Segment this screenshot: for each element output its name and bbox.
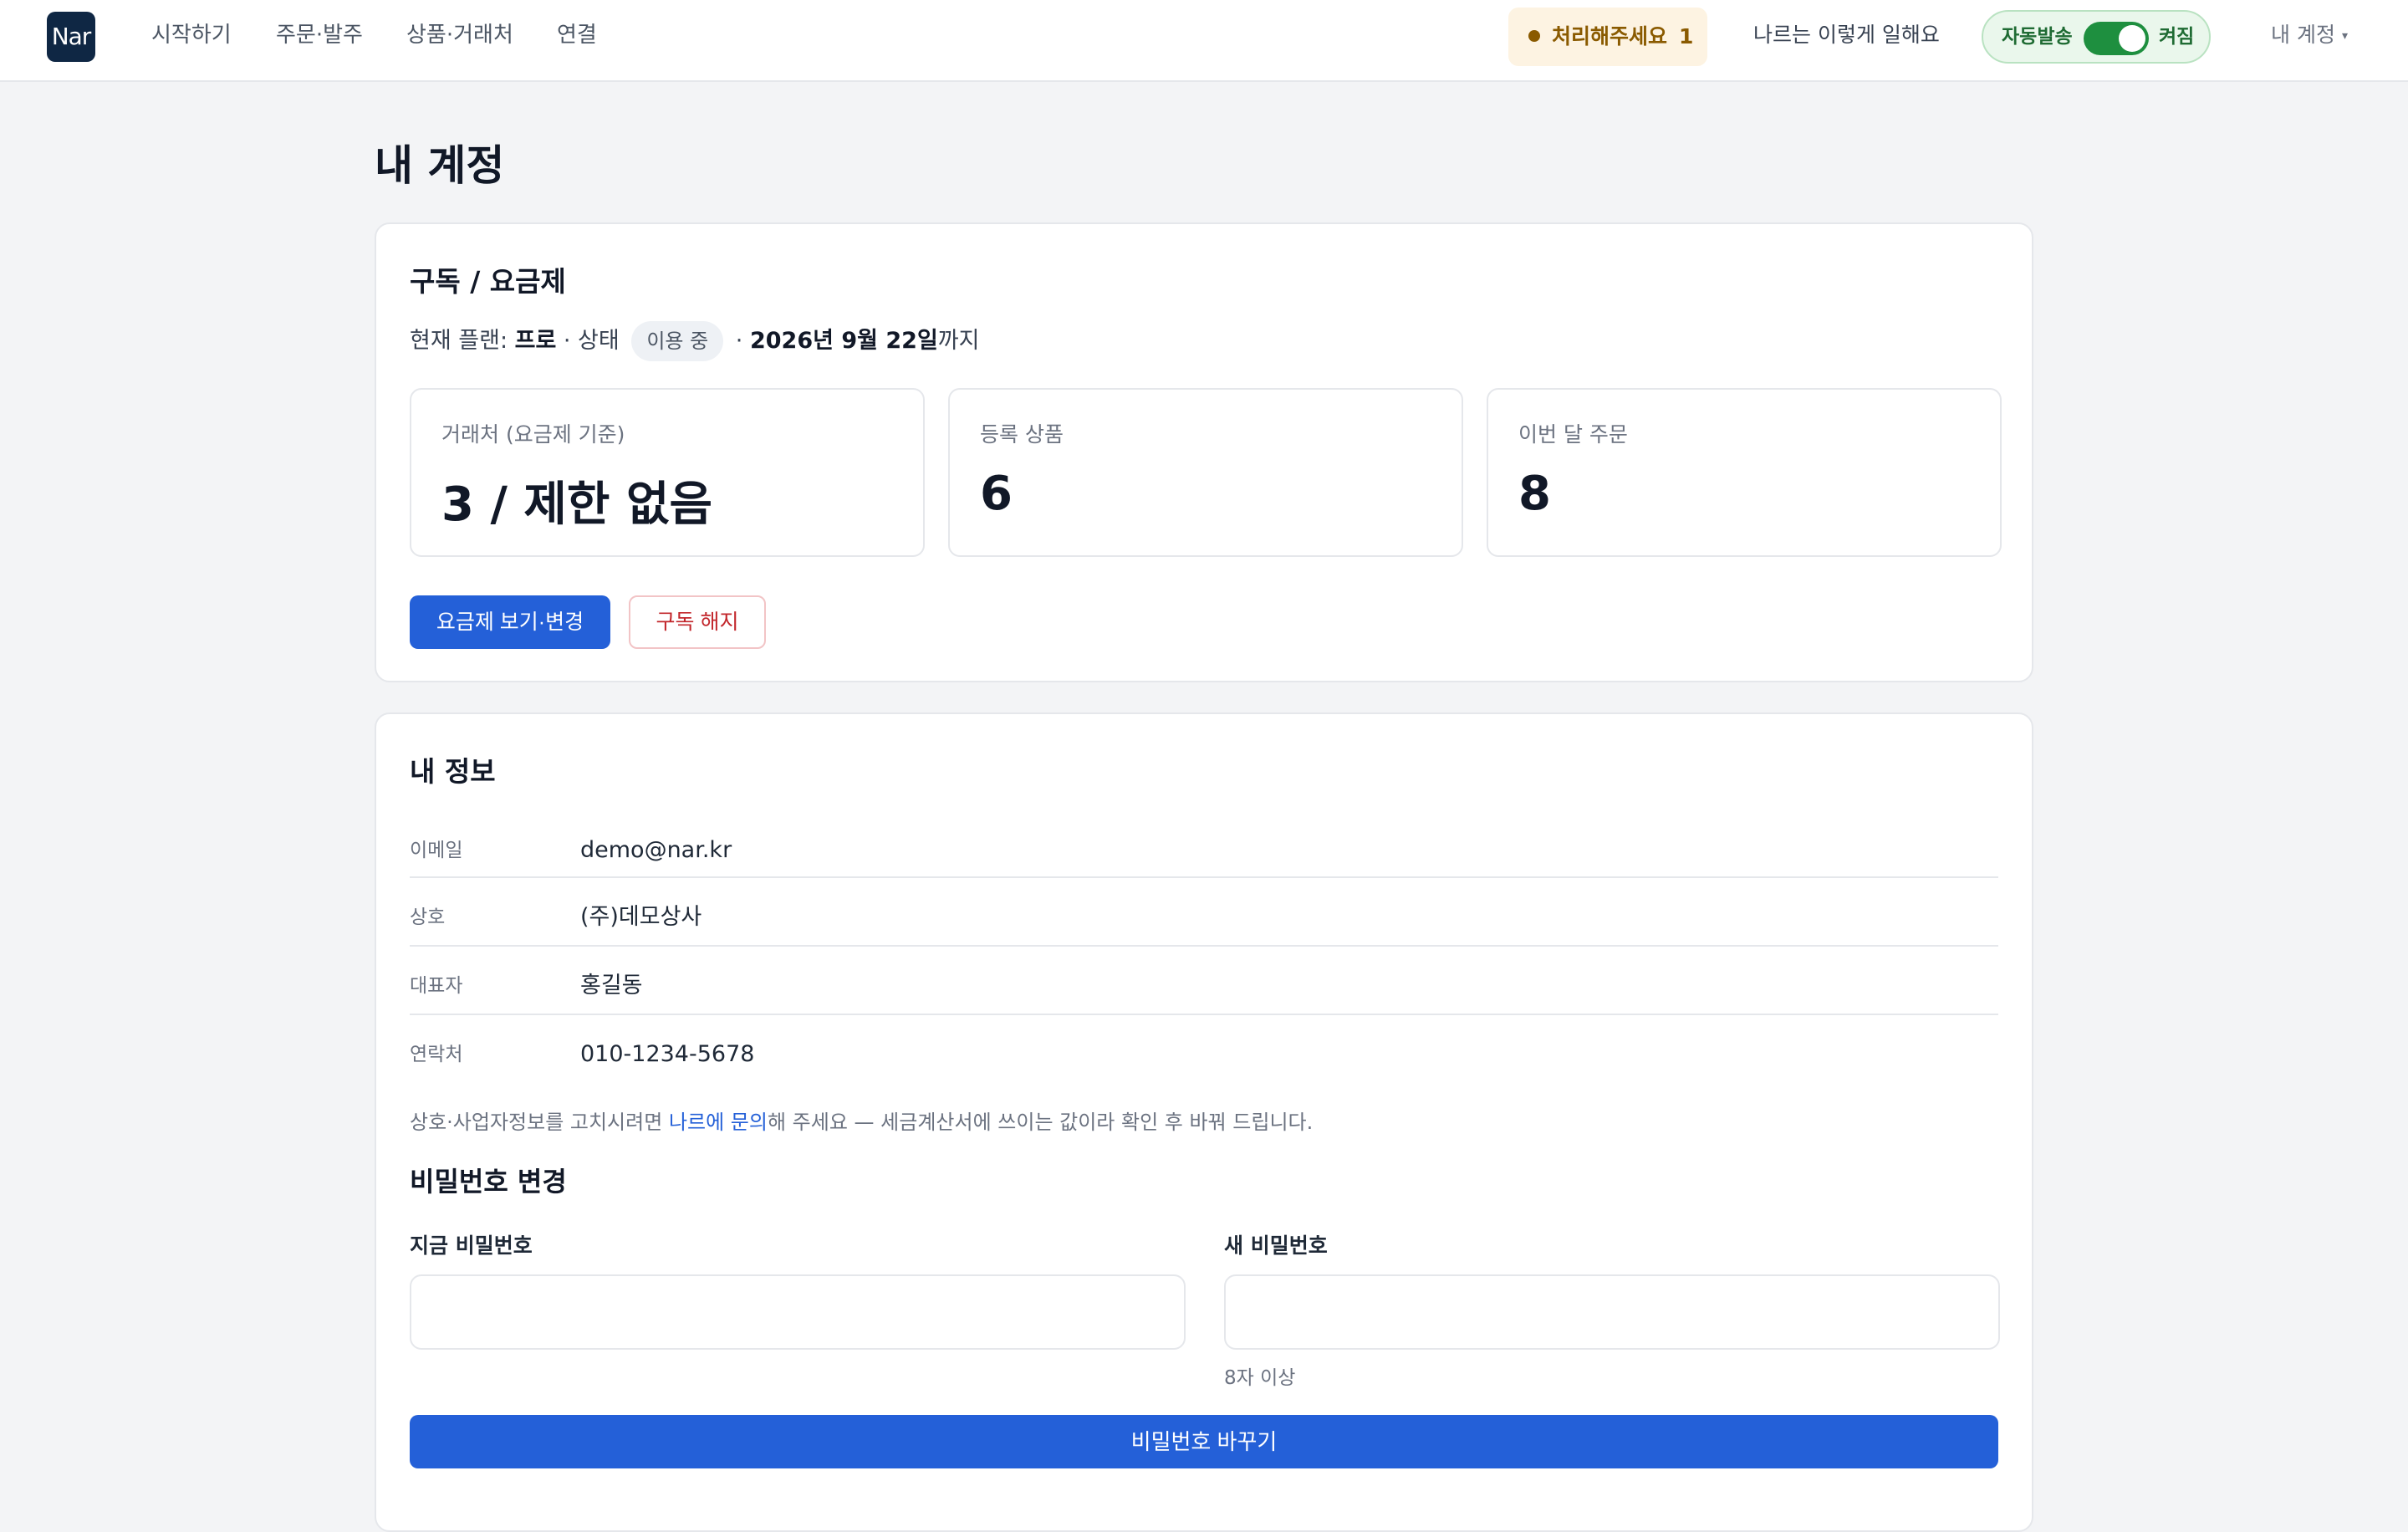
info-label: 연락처 bbox=[410, 1044, 463, 1065]
row-divider bbox=[410, 1014, 1998, 1015]
top-navbar: Nar 시작하기 주문·발주 상품·거래처 연결 처리해주세요 1 나르는 이렇게… bbox=[0, 0, 2408, 82]
until-separator: · bbox=[728, 328, 750, 354]
subscription-card: 구독 / 요금제 현재 플랜: 프로 · 상태 이용 중 · 2026년 9월 … bbox=[375, 222, 2033, 682]
stat-value: 6 bbox=[980, 467, 1013, 521]
status-prefix: · 상태 bbox=[556, 328, 627, 354]
note-suffix: 해 주세요 — 세금계산서에 쓰이는 값이라 확인 후 바꿔 드립니다. bbox=[767, 1111, 1314, 1134]
alert-dot-icon bbox=[1528, 30, 1540, 42]
status-badge: 이용 중 bbox=[631, 321, 724, 361]
nar-logo[interactable]: Nar bbox=[47, 12, 95, 62]
auto-send-toggle[interactable] bbox=[2084, 22, 2149, 55]
stat-label: 등록 상품 bbox=[980, 422, 1064, 447]
cancel-subscription-button[interactable]: 구독 해지 bbox=[629, 595, 766, 649]
stat-monthly-orders: 이번 달 주문 8 bbox=[1487, 388, 2002, 557]
info-row-email: 이메일 demo@nar.kr bbox=[410, 816, 1998, 885]
stat-partners: 거래처 (요금제 기준) 3 / 제한 없음 bbox=[410, 388, 925, 557]
password-section-title: 비밀번호 변경 bbox=[410, 1166, 567, 1198]
contact-nar-link[interactable]: 나르에 문의 bbox=[669, 1111, 768, 1134]
stat-label: 이번 달 주문 bbox=[1518, 422, 1628, 447]
nav-orders[interactable]: 주문·발주 bbox=[276, 18, 363, 52]
note-prefix: 상호·사업자정보를 고치시려면 bbox=[410, 1111, 669, 1134]
new-password-input[interactable] bbox=[1224, 1274, 2000, 1350]
row-divider bbox=[410, 945, 1998, 947]
stat-label: 거래처 (요금제 기준) bbox=[441, 422, 625, 447]
page-title: 내 계정 bbox=[375, 141, 505, 190]
nav-connections[interactable]: 연결 bbox=[557, 18, 597, 52]
how-it-works-link[interactable]: 나르는 이렇게 일해요 bbox=[1753, 18, 1940, 52]
new-password-hint: 8자 이상 bbox=[1224, 1367, 1296, 1389]
stat-value: 3 / 제한 없음 bbox=[441, 477, 712, 532]
until-date: 2026년 9월 22일 bbox=[749, 328, 938, 354]
profile-card: 내 정보 이메일 demo@nar.kr 상호 (주)데모상사 대표자 홍길동 … bbox=[375, 712, 2033, 1532]
info-row-company: 상호 (주)데모상사 bbox=[410, 883, 1998, 952]
plan-summary: 현재 플랜: 프로 · 상태 이용 중 · 2026년 9월 22일까지 bbox=[410, 321, 979, 361]
change-password-button[interactable]: 비밀번호 바꾸기 bbox=[410, 1415, 1998, 1468]
info-value: 010-1234-5678 bbox=[580, 1041, 755, 1067]
current-password-label: 지금 비밀번호 bbox=[410, 1233, 533, 1258]
edit-info-note: 상호·사업자정보를 고치시려면 나르에 문의해 주세요 — 세금계산서에 쓰이는… bbox=[410, 1106, 1313, 1135]
stat-products: 등록 상품 6 bbox=[948, 388, 1463, 557]
info-value: demo@nar.kr bbox=[580, 837, 732, 863]
info-value: 홍길동 bbox=[580, 973, 643, 998]
info-label: 상호 bbox=[410, 906, 446, 928]
auto-send-label: 자동발송 bbox=[2002, 26, 2073, 48]
action-required-label: 처리해주세요 bbox=[1552, 24, 1668, 49]
chevron-down-icon: ▾ bbox=[2341, 29, 2348, 43]
info-value: (주)데모상사 bbox=[580, 904, 702, 930]
current-password-input[interactable] bbox=[410, 1274, 1186, 1350]
account-menu-label: 내 계정 bbox=[2271, 23, 2335, 47]
row-divider bbox=[410, 876, 1998, 878]
action-required-count: 1 bbox=[1679, 24, 1694, 49]
info-row-phone: 연락처 010-1234-5678 bbox=[410, 1020, 1998, 1089]
nav-products-partners[interactable]: 상품·거래처 bbox=[406, 18, 513, 52]
view-change-plan-button[interactable]: 요금제 보기·변경 bbox=[410, 595, 610, 649]
info-label: 대표자 bbox=[410, 975, 463, 997]
stat-value: 8 bbox=[1518, 467, 1551, 521]
auto-send-state: 켜짐 bbox=[2159, 26, 2195, 48]
nav-getting-started[interactable]: 시작하기 bbox=[151, 18, 232, 52]
plan-prefix: 현재 플랜: bbox=[410, 328, 515, 354]
until-suffix: 까지 bbox=[937, 328, 980, 354]
account-menu[interactable]: 내 계정 ▾ bbox=[2271, 18, 2348, 53]
info-row-representative: 대표자 홍길동 bbox=[410, 952, 1998, 1020]
profile-title: 내 정보 bbox=[410, 755, 496, 788]
auto-send-toggle-pill[interactable]: 자동발송 켜짐 bbox=[1982, 10, 2211, 64]
plan-name: 프로 bbox=[514, 328, 557, 354]
new-password-label: 새 비밀번호 bbox=[1224, 1233, 1328, 1258]
info-label: 이메일 bbox=[410, 840, 463, 861]
subscription-title: 구독 / 요금제 bbox=[410, 265, 566, 298]
action-required-badge[interactable]: 처리해주세요 1 bbox=[1508, 8, 1707, 66]
toggle-knob bbox=[2119, 25, 2145, 52]
